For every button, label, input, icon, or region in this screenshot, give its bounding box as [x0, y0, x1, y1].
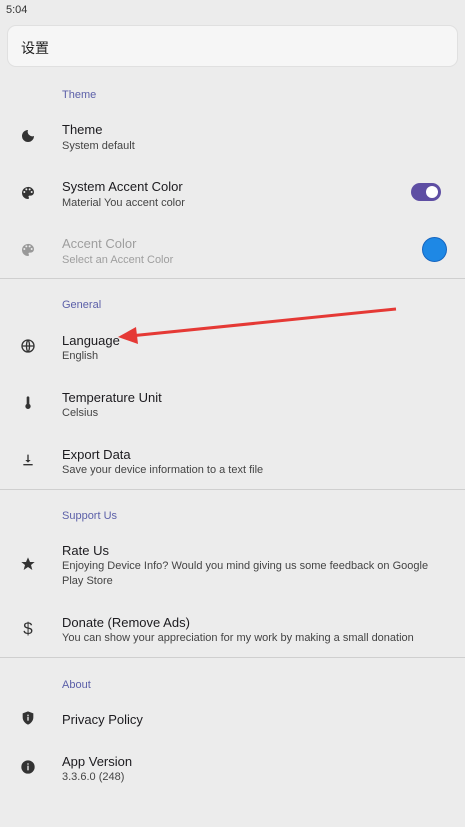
- settings-title-bar: 设置: [8, 26, 457, 66]
- section-header-support: Support Us: [62, 510, 118, 522]
- setting-app-version[interactable]: App Version 3.3.6.0 (248): [0, 744, 465, 796]
- download-icon: [18, 450, 38, 470]
- setting-subtitle: Material You accent color: [62, 197, 185, 209]
- setting-title: App Version: [62, 754, 133, 769]
- thermometer-icon: [18, 393, 38, 413]
- setting-title: Language: [62, 333, 120, 348]
- setting-rate-us[interactable]: Rate Us Enjoying Device Info? Would you …: [0, 533, 465, 595]
- setting-title: Export Data: [62, 447, 131, 462]
- setting-subtitle: Enjoying Device Info? Would you mind giv…: [62, 560, 429, 587]
- moon-icon: [18, 126, 38, 146]
- section-header-theme: Theme: [62, 89, 97, 101]
- palette-icon: [18, 183, 38, 203]
- setting-temperature-unit[interactable]: Temperature Unit Celsius: [0, 379, 465, 431]
- setting-donate[interactable]: $ Donate (Remove Ads) You can show your …: [0, 605, 465, 657]
- section-header-general: General: [62, 299, 102, 311]
- setting-subtitle: System default: [62, 140, 135, 152]
- setting-title: Accent Color: [62, 236, 137, 251]
- info-icon: [18, 757, 38, 777]
- setting-subtitle: Save your device information to a text f…: [62, 464, 264, 476]
- setting-title: Rate Us: [62, 543, 109, 558]
- setting-privacy-policy[interactable]: Privacy Policy: [0, 702, 465, 750]
- setting-subtitle: Select an Accent Color: [62, 254, 174, 266]
- setting-title: Temperature Unit: [62, 390, 162, 405]
- shield-icon: [18, 708, 38, 728]
- page-title: 设置: [21, 40, 49, 56]
- toggle-knob: [426, 186, 438, 198]
- setting-title: Theme: [62, 122, 103, 137]
- setting-title: System Accent Color: [62, 179, 183, 194]
- setting-title: Privacy Policy: [62, 712, 143, 727]
- setting-export-data[interactable]: Export Data Save your device information…: [0, 436, 465, 488]
- dollar-icon: $: [23, 619, 33, 638]
- section-header-about: About: [62, 679, 91, 691]
- setting-subtitle: You can show your appreciation for my wo…: [62, 632, 414, 644]
- setting-accent-color[interactable]: Accent Color Select an Accent Color: [0, 226, 465, 278]
- star-icon: [18, 554, 38, 574]
- palette-icon: [18, 240, 38, 260]
- status-time: 5:04: [6, 4, 28, 16]
- setting-language[interactable]: Language English: [0, 322, 465, 374]
- globe-icon: [18, 336, 38, 356]
- section-divider: [0, 278, 465, 279]
- accent-color-swatch[interactable]: [422, 237, 447, 262]
- section-divider: [0, 489, 465, 490]
- setting-theme[interactable]: Theme System default: [0, 112, 465, 164]
- setting-subtitle: 3.3.6.0 (248): [62, 771, 125, 783]
- setting-subtitle: Celsius: [62, 407, 99, 419]
- section-divider: [0, 657, 465, 658]
- setting-subtitle: English: [62, 350, 99, 362]
- setting-title: Donate (Remove Ads): [62, 615, 190, 630]
- accent-color-toggle[interactable]: [411, 183, 441, 201]
- setting-system-accent-color[interactable]: System Accent Color Material You accent …: [0, 169, 465, 221]
